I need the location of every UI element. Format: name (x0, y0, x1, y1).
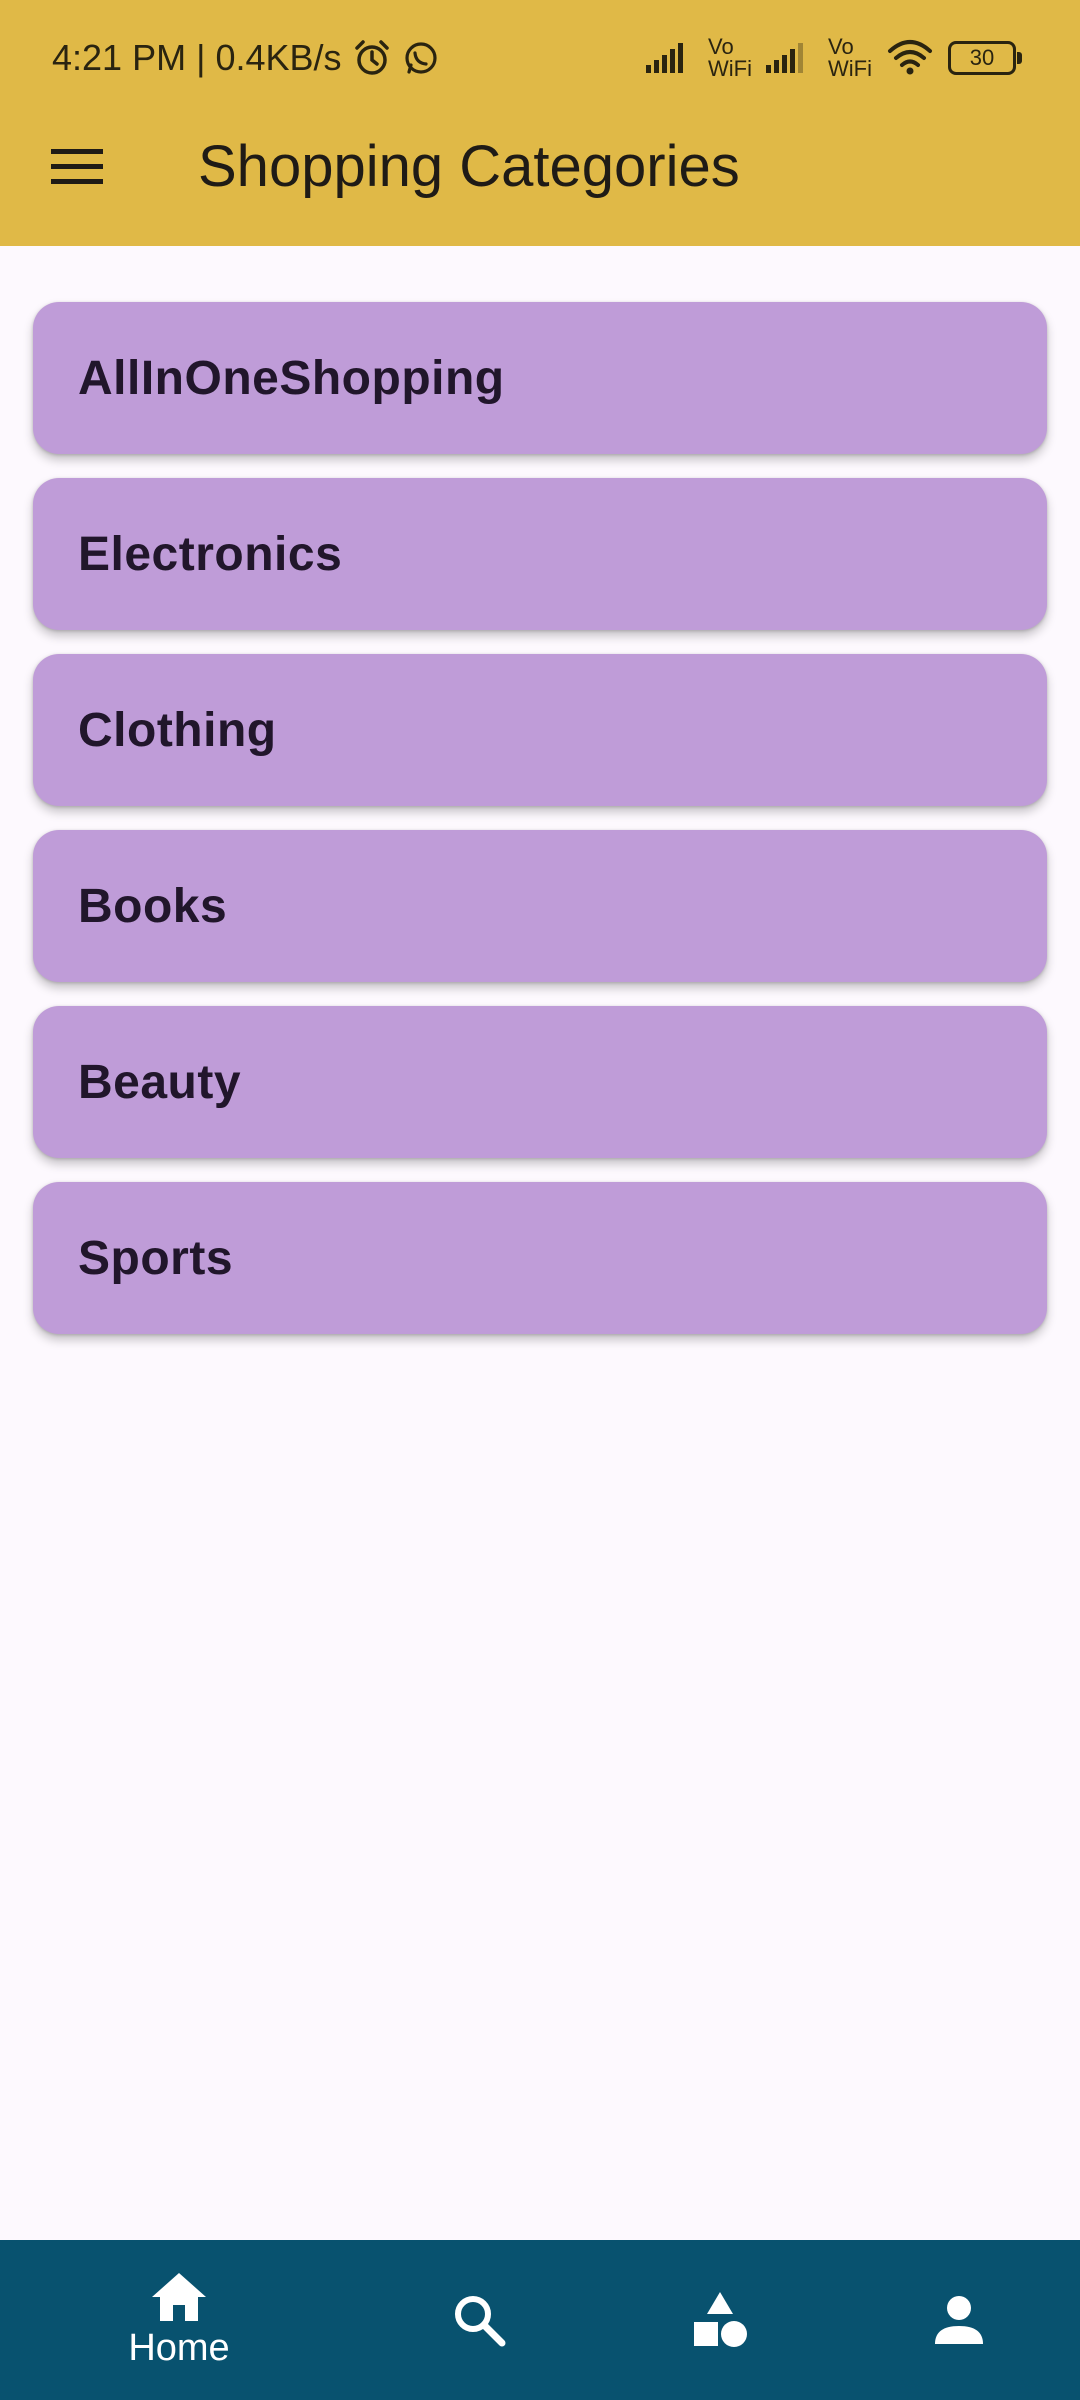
category-card-sports[interactable]: Sports (33, 1182, 1047, 1334)
wifi-label: WiFi (708, 56, 753, 81)
menu-button[interactable] (46, 136, 108, 198)
category-card-allinoneshopping[interactable]: AllInOneShopping (33, 302, 1047, 454)
category-label: AllInOneShopping (78, 351, 505, 405)
category-label: Beauty (78, 1055, 242, 1109)
page-title: Shopping Categories (198, 134, 740, 199)
person-icon (935, 2296, 983, 2344)
hamburger-menu-icon (51, 149, 103, 184)
category-card-electronics[interactable]: Electronics (33, 478, 1047, 630)
nav-profile[interactable] (884, 2240, 1034, 2400)
battery-icon: 30 (948, 41, 1022, 75)
whatsapp-icon (402, 39, 440, 77)
alarm-icon (352, 38, 392, 78)
category-card-books[interactable]: Books (33, 830, 1047, 982)
wifi-label-2: WiFi (828, 56, 872, 81)
nav-home-label: Home (128, 2326, 230, 2369)
category-list: AllInOneShopping Electronics Clothing Bo… (33, 302, 1047, 1358)
home-icon (152, 2272, 206, 2321)
category-label: Clothing (78, 703, 277, 757)
vo-label: Vo (708, 34, 734, 59)
category-label: Electronics (78, 527, 343, 581)
signal-icon (646, 39, 694, 78)
signal-icon-2 (766, 39, 814, 78)
vowifi-indicator-2: Vo WiFi (828, 36, 872, 80)
category-card-clothing[interactable]: Clothing (33, 654, 1047, 806)
nav-home[interactable]: Home (104, 2240, 254, 2400)
status-time: 4:21 PM (52, 37, 187, 78)
status-separator: | (196, 37, 206, 78)
app-screen: 4:21 PM | 0.4KB/s Vo WiFi Vo WiFi 30 Sho… (0, 0, 1080, 2400)
network-speed: 0.4KB/s (215, 37, 342, 78)
bottom-navigation: Home (0, 2240, 1080, 2400)
vo-label-2: Vo (828, 34, 854, 59)
category-label: Sports (78, 1231, 234, 1285)
search-icon (455, 2296, 506, 2347)
wifi-icon (886, 37, 934, 80)
categories-icon (694, 2292, 747, 2347)
nav-search[interactable] (404, 2240, 554, 2400)
status-bar-left: 4:21 PM | 0.4KB/s (52, 30, 440, 86)
top-bar: 4:21 PM | 0.4KB/s Vo WiFi Vo WiFi 30 Sho… (0, 0, 1080, 246)
status-bar-right: Vo WiFi Vo WiFi 30 (646, 30, 1022, 86)
nav-categories[interactable] (645, 2240, 795, 2400)
category-card-beauty[interactable]: Beauty (33, 1006, 1047, 1158)
category-label: Books (78, 879, 228, 933)
vowifi-indicator: Vo WiFi (708, 36, 752, 80)
